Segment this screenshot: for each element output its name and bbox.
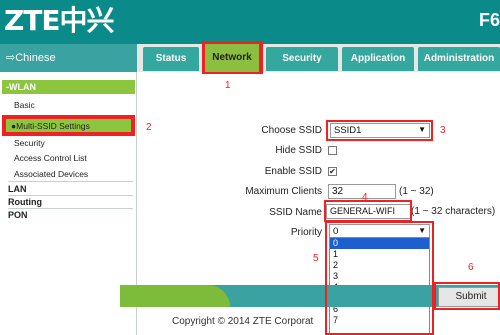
ssid-name-hint: (1 ~ 32 characters) (411, 206, 496, 217)
ssid-name-input[interactable]: GENERAL-WIFI (326, 204, 412, 219)
priority-label: Priority (290, 227, 322, 238)
enable-ssid-checkbox[interactable]: ✔ (328, 167, 337, 176)
enable-ssid-label: Enable SSID (264, 166, 322, 177)
priority-option[interactable]: 0 (330, 238, 429, 249)
sidebar-item-label: Multi-SSID Settings (16, 121, 90, 131)
choose-ssid-label: Choose SSID (261, 125, 322, 136)
chevron-down-icon: ▼ (418, 226, 426, 235)
header: ZTE中兴 F6 (0, 0, 500, 44)
priority-option[interactable]: 3 (330, 271, 429, 282)
choose-ssid-value: SSID1 (334, 125, 362, 136)
tab-network[interactable]: Network (203, 42, 261, 74)
zte-logo: ZTE中兴 (4, 4, 115, 37)
divider (8, 195, 133, 196)
submit-button[interactable]: Submit (438, 287, 500, 307)
sidebar-group-lan[interactable]: LAN (8, 184, 27, 194)
tab-administration[interactable]: Administration (418, 47, 500, 71)
sidebar-item-multi-ssid[interactable]: ●Multi-SSID Settings (4, 117, 133, 134)
annotation-number: 3 (440, 125, 446, 136)
priority-option[interactable]: 1 (330, 249, 429, 260)
sidebar-item-security[interactable]: Security (14, 138, 45, 148)
max-clients-hint: (1 ~ 32) (399, 186, 434, 197)
sidebar-group-pon[interactable]: PON (8, 210, 28, 220)
hide-ssid-checkbox[interactable] (328, 146, 337, 155)
priority-value: 0 (333, 226, 339, 237)
priority-option[interactable]: 7 (330, 315, 429, 326)
chevron-down-icon: ▼ (418, 125, 426, 134)
tab-security[interactable]: Security (266, 47, 338, 71)
annotation-number: 1 (225, 80, 231, 91)
divider (8, 181, 133, 182)
annotation-number: 4 (362, 192, 368, 203)
choose-ssid-select[interactable]: SSID1 ▼ (330, 123, 430, 138)
sidebar-item-associated-devices[interactable]: Associated Devices (14, 169, 88, 179)
hide-ssid-label: Hide SSID (275, 145, 322, 156)
tab-application[interactable]: Application (342, 47, 414, 71)
sidebar-item-acl[interactable]: Access Control List (14, 153, 87, 163)
max-clients-label: Maximum Clients (245, 186, 322, 197)
sidebar-group-routing[interactable]: Routing (8, 197, 42, 207)
footer-decoration (120, 285, 230, 307)
sidebar-item-basic[interactable]: Basic (14, 100, 35, 110)
checkmark-icon: ✔ (329, 167, 336, 176)
divider (8, 208, 133, 209)
annotation-number: 2 (146, 122, 152, 133)
language-switch[interactable]: ⇨Chinese (0, 44, 137, 72)
copyright-text: Copyright © 2014 ZTE Corporat (172, 316, 314, 327)
priority-option[interactable]: 2 (330, 260, 429, 271)
annotation-number: 5 (313, 253, 319, 264)
ssid-name-label: SSID Name (269, 207, 322, 218)
tab-status[interactable]: Status (143, 47, 199, 71)
sidebar-section-wlan[interactable]: -WLAN (2, 80, 135, 94)
model-label: F6 (478, 10, 500, 30)
annotation-number: 6 (468, 262, 474, 273)
priority-select[interactable]: 0 ▼ (329, 224, 430, 238)
